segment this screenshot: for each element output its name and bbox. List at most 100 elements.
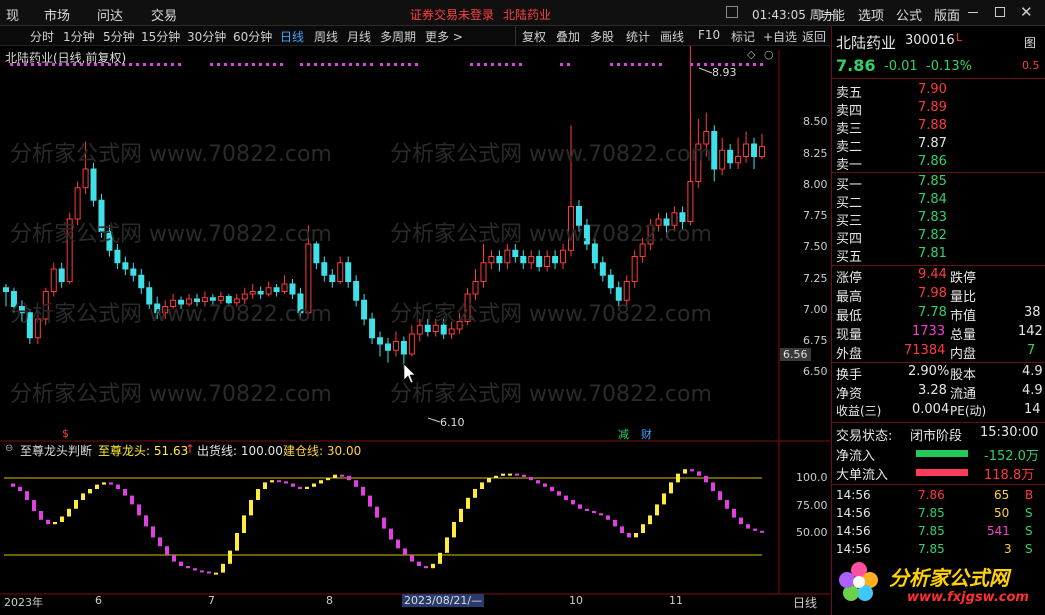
signal-dot [704, 63, 707, 66]
login-notice[interactable]: 证券交易未登录 [410, 6, 494, 23]
period-label[interactable]: 日线 [793, 594, 817, 611]
chart-settings-icon[interactable]: ◇ [747, 48, 755, 61]
bid-label: 买一 [836, 178, 863, 193]
candle-body [496, 256, 503, 264]
kline-chart[interactable] [0, 19, 830, 611]
chart-close-icon[interactable]: ○ [764, 48, 774, 61]
period-monthly[interactable]: 月线 [347, 28, 371, 45]
menu-bar: 现 市场 问达 交易 证券交易未登录 北陆药业 01:43:05 周一 功能 选… [0, 0, 1045, 26]
signal-dot [238, 63, 241, 66]
candle-body [536, 256, 543, 267]
site-logo: 分析家公式网 www.fxjgsw.com [833, 558, 1045, 610]
period-15min[interactable]: 15分钟 [141, 28, 180, 45]
chart-area[interactable]: 北陆药业(日线,前复权) ◇ ○ 分析家公式网 www.70822.com 分析… [0, 19, 830, 611]
stat-label: 换手 [836, 368, 863, 383]
tool-add-watchlist[interactable]: +自选 [763, 28, 797, 45]
grid-icon[interactable] [726, 6, 738, 18]
menu-item-trade[interactable]: 交易 [151, 5, 177, 24]
signal-dot [129, 63, 132, 66]
side-tab[interactable]: 图 [1024, 34, 1036, 52]
bid-price[interactable]: 7.84 [918, 192, 947, 210]
indicator-bar [585, 508, 589, 511]
indicator-bar [263, 482, 267, 489]
signal-dot [363, 63, 366, 66]
signal-dot [760, 63, 763, 66]
signal-dot [307, 63, 310, 66]
ask-price[interactable]: 7.87 [918, 136, 947, 154]
period-60min[interactable]: 60分钟 [233, 28, 272, 45]
period-intraday[interactable]: 分时 [30, 28, 54, 45]
indicator-bar [571, 500, 575, 505]
menu-item-ask[interactable]: 问达 [97, 5, 123, 24]
tool-draw[interactable]: 画线 [660, 28, 684, 45]
menu-item-0[interactable]: 现 [6, 5, 19, 24]
indicator-line2-label: 出货线: 100.00 [197, 444, 283, 458]
low-label: 6.10 [440, 416, 465, 429]
close-icon[interactable]: ✕ [1020, 3, 1033, 21]
period-1min[interactable]: 1分钟 [63, 28, 95, 45]
stat-label: 总量 [950, 328, 977, 343]
watermark: 分析家公式网 www.70822.com [390, 382, 712, 407]
signal-dot [380, 63, 383, 66]
menu-item-function[interactable]: 功能 [819, 5, 845, 24]
indicator-bar [410, 555, 414, 562]
tool-overlay[interactable]: 叠加 [556, 28, 580, 45]
tool-back[interactable]: 返回 [802, 28, 826, 45]
quote-panel: 北陆药业 300016 L 图 0.5 7.86 -0.01 -0.13% 卖五… [831, 26, 1045, 615]
period-daily[interactable]: 日线 [280, 28, 304, 45]
trade-state: 闭市阶段 [910, 429, 963, 444]
menu-item-layout[interactable]: 版面 [934, 5, 960, 24]
event-marker-dividend[interactable]: $ [62, 427, 69, 440]
period-weekly[interactable]: 周线 [314, 28, 338, 45]
bid-price[interactable]: 7.83 [918, 210, 947, 228]
bid-price[interactable]: 7.82 [918, 228, 947, 246]
signal-dot [624, 63, 627, 66]
menu-item-formula[interactable]: 公式 [896, 5, 922, 24]
candle-body [337, 262, 344, 282]
current-price-tag: 6.56 [780, 348, 811, 361]
quote-change: -0.01 [884, 59, 918, 74]
ask-label: 卖三 [836, 122, 863, 137]
tick-price: 7.85 [918, 506, 945, 520]
signal-dot [210, 63, 213, 66]
ask-price[interactable]: 7.89 [918, 100, 947, 118]
signal-dot [266, 63, 269, 66]
tool-mark[interactable]: 标记 [731, 28, 755, 45]
event-marker-reduce[interactable]: 减 [618, 426, 629, 442]
period-5min[interactable]: 5分钟 [103, 28, 135, 45]
restore-icon[interactable] [995, 7, 1005, 17]
candle-body [400, 341, 407, 355]
tool-stats[interactable]: 统计 [626, 28, 650, 45]
indicator-bar [725, 500, 729, 509]
candle-body [735, 156, 742, 164]
event-marker-finance[interactable]: 财 [641, 426, 652, 442]
menu-item-market[interactable]: 市场 [44, 5, 70, 24]
candle-body [74, 187, 81, 220]
indicator-name[interactable]: 至尊龙头判断 [20, 442, 92, 459]
ask-price[interactable]: 7.86 [918, 154, 947, 172]
tool-adjust[interactable]: 复权 [522, 28, 546, 45]
ask-price[interactable]: 7.88 [918, 118, 947, 136]
period-more[interactable]: 更多 > [425, 28, 463, 45]
bid-price[interactable]: 7.81 [918, 246, 947, 264]
tool-multi-stock[interactable]: 多股 [590, 28, 614, 45]
indicator-tick: 50.00 [796, 526, 828, 539]
side-value: 0.5 [1022, 59, 1040, 72]
indicator-bar [662, 493, 666, 505]
signal-dot [697, 63, 700, 66]
indicator-bar [445, 537, 449, 553]
tick-side: B [1025, 488, 1034, 502]
tool-f10[interactable]: F10 [698, 28, 720, 42]
tick-volume: 50 [994, 506, 1010, 520]
menu-item-options[interactable]: 选项 [858, 5, 884, 24]
ask-price[interactable]: 7.90 [918, 82, 947, 100]
period-30min[interactable]: 30分钟 [187, 28, 226, 45]
minimize-icon[interactable] [968, 12, 978, 13]
period-multi[interactable]: 多周期 [380, 28, 416, 45]
indicator-bar [130, 495, 134, 505]
bid-price[interactable]: 7.85 [918, 174, 947, 192]
watermark: 分析家公式网 www.70822.com [10, 302, 332, 327]
signal-dot [690, 63, 693, 66]
indicator-toggle-icon[interactable]: ⊖ [5, 443, 13, 454]
stat-value: 4.9 [1022, 383, 1043, 398]
